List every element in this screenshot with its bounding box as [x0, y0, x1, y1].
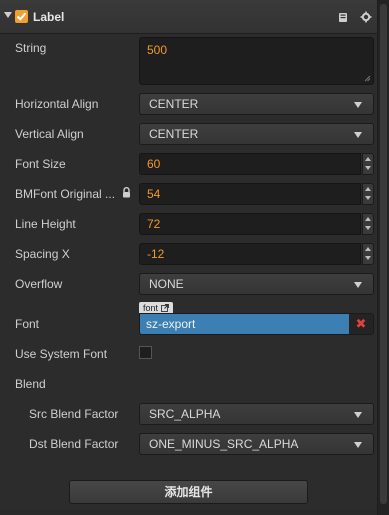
checkmark-icon: [16, 12, 27, 21]
string-label: String: [15, 41, 47, 55]
scrollbar-thumb[interactable]: [380, 4, 387, 504]
chevron-down-icon: [354, 442, 362, 448]
clear-font-button[interactable]: ✖: [349, 314, 373, 334]
font-size-stepper[interactable]: [362, 153, 374, 175]
font-tag-text: font: [143, 303, 159, 313]
line-height-label: Line Height: [15, 217, 76, 231]
stepper-up-icon[interactable]: [365, 187, 371, 191]
use-system-font-checkbox[interactable]: [139, 346, 152, 359]
stepper-up-icon[interactable]: [365, 217, 371, 221]
overflow-label: Overflow: [15, 277, 63, 291]
dst-blend-factor-value: ONE_MINUS_SRC_ALPHA: [149, 437, 299, 451]
horizontal-align-select[interactable]: CENTER: [139, 93, 374, 115]
line-height-stepper[interactable]: [362, 213, 374, 235]
font-label: Font: [15, 317, 40, 331]
chevron-down-icon: [354, 132, 362, 138]
horizontal-align-value: CENTER: [149, 97, 199, 111]
chevron-down-icon: [354, 102, 362, 108]
stepper-up-icon[interactable]: [365, 157, 371, 161]
vertical-align-value: CENTER: [149, 127, 199, 141]
bmfont-original-size-input[interactable]: 54: [139, 183, 361, 205]
chevron-down-icon: [354, 412, 362, 418]
src-blend-factor-value: SRC_ALPHA: [149, 407, 221, 421]
font-size-label: Font Size: [15, 157, 66, 171]
vertical-align-select[interactable]: CENTER: [139, 123, 374, 145]
bmfont-original-size-label: BMFont Original ...: [15, 187, 116, 201]
vertical-scrollbar[interactable]: [377, 0, 389, 515]
dst-blend-factor-select[interactable]: ONE_MINUS_SRC_ALPHA: [139, 433, 374, 455]
panel-bottom-edge: [0, 509, 377, 515]
string-value: 500: [147, 43, 168, 57]
dst-blend-factor-label: Dst Blend Factor: [29, 437, 119, 451]
book-icon[interactable]: [337, 11, 349, 23]
stepper-down-icon[interactable]: [365, 166, 371, 170]
stepper-down-icon[interactable]: [365, 256, 371, 260]
spacing-x-input[interactable]: -12: [139, 243, 361, 265]
spacing-x-stepper[interactable]: [362, 243, 374, 265]
add-component-button[interactable]: 添加组件: [69, 480, 308, 504]
blend-label: Blend: [15, 377, 46, 391]
vertical-align-label: Vertical Align: [15, 127, 84, 141]
external-link-icon[interactable]: [160, 304, 169, 312]
line-height-input[interactable]: 72: [139, 213, 361, 235]
lock-icon: [123, 187, 130, 198]
chevron-down-icon: [354, 282, 362, 288]
overflow-select[interactable]: NONE: [139, 273, 374, 295]
font-asset-name: sz-export: [146, 317, 196, 331]
string-textarea[interactable]: 500: [139, 37, 374, 85]
src-blend-factor-label: Src Blend Factor: [29, 407, 119, 421]
font-asset-field[interactable]: sz-export ✖: [139, 313, 374, 335]
src-blend-factor-select[interactable]: SRC_ALPHA: [139, 403, 374, 425]
stepper-down-icon[interactable]: [365, 196, 371, 200]
resize-grip-icon[interactable]: [364, 75, 371, 82]
use-system-font-label: Use System Font: [15, 347, 108, 361]
component-header: Label: [0, 0, 377, 34]
stepper-down-icon[interactable]: [365, 226, 371, 230]
stepper-up-icon[interactable]: [365, 247, 371, 251]
collapse-arrow-icon[interactable]: [4, 12, 12, 18]
component-enabled-checkbox[interactable]: [15, 10, 28, 23]
gear-icon[interactable]: [360, 11, 372, 23]
bmfont-original-size-stepper[interactable]: [362, 183, 374, 205]
font-size-input[interactable]: 60: [139, 153, 361, 175]
overflow-value: NONE: [149, 277, 184, 291]
spacing-x-label: Spacing X: [15, 247, 70, 261]
component-title: Label: [33, 10, 65, 24]
horizontal-align-label: Horizontal Align: [15, 97, 99, 111]
inspector-panel: Label String 500 Horizontal Align CENTER…: [0, 0, 389, 515]
